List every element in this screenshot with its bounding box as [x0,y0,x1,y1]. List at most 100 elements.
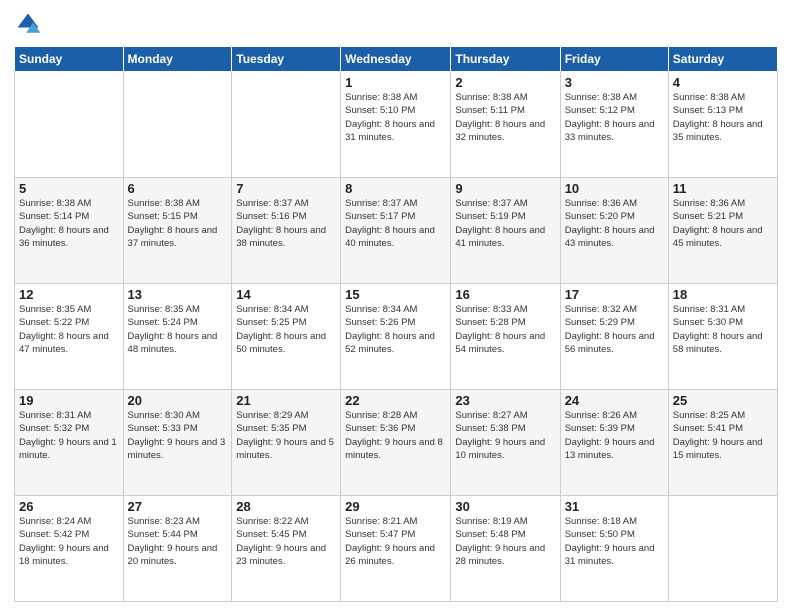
day-number: 25 [673,393,773,408]
day-number: 10 [565,181,664,196]
calendar-cell [123,72,232,178]
logo [14,10,46,38]
calendar-cell: 9Sunrise: 8:37 AM Sunset: 5:19 PM Daylig… [451,178,560,284]
header [14,10,778,38]
day-number: 4 [673,75,773,90]
calendar-cell: 17Sunrise: 8:32 AM Sunset: 5:29 PM Dayli… [560,284,668,390]
day-number: 16 [455,287,555,302]
day-number: 29 [345,499,446,514]
day-number: 30 [455,499,555,514]
calendar-week-row: 1Sunrise: 8:38 AM Sunset: 5:10 PM Daylig… [15,72,778,178]
calendar-body: 1Sunrise: 8:38 AM Sunset: 5:10 PM Daylig… [15,72,778,602]
calendar-cell: 26Sunrise: 8:24 AM Sunset: 5:42 PM Dayli… [15,496,124,602]
day-info: Sunrise: 8:24 AM Sunset: 5:42 PM Dayligh… [19,515,119,568]
calendar-cell: 28Sunrise: 8:22 AM Sunset: 5:45 PM Dayli… [232,496,341,602]
day-info: Sunrise: 8:38 AM Sunset: 5:14 PM Dayligh… [19,197,119,250]
calendar-week-row: 5Sunrise: 8:38 AM Sunset: 5:14 PM Daylig… [15,178,778,284]
day-number: 23 [455,393,555,408]
day-info: Sunrise: 8:29 AM Sunset: 5:35 PM Dayligh… [236,409,336,462]
day-info: Sunrise: 8:28 AM Sunset: 5:36 PM Dayligh… [345,409,446,462]
day-number: 8 [345,181,446,196]
day-info: Sunrise: 8:35 AM Sunset: 5:24 PM Dayligh… [128,303,228,356]
calendar-cell: 16Sunrise: 8:33 AM Sunset: 5:28 PM Dayli… [451,284,560,390]
calendar-cell: 13Sunrise: 8:35 AM Sunset: 5:24 PM Dayli… [123,284,232,390]
day-info: Sunrise: 8:38 AM Sunset: 5:11 PM Dayligh… [455,91,555,144]
calendar-cell: 30Sunrise: 8:19 AM Sunset: 5:48 PM Dayli… [451,496,560,602]
day-number: 2 [455,75,555,90]
day-number: 18 [673,287,773,302]
calendar-cell: 21Sunrise: 8:29 AM Sunset: 5:35 PM Dayli… [232,390,341,496]
day-number: 9 [455,181,555,196]
day-info: Sunrise: 8:21 AM Sunset: 5:47 PM Dayligh… [345,515,446,568]
calendar-cell: 3Sunrise: 8:38 AM Sunset: 5:12 PM Daylig… [560,72,668,178]
day-info: Sunrise: 8:19 AM Sunset: 5:48 PM Dayligh… [455,515,555,568]
day-info: Sunrise: 8:37 AM Sunset: 5:17 PM Dayligh… [345,197,446,250]
logo-icon [14,10,42,38]
day-number: 27 [128,499,228,514]
calendar-cell: 29Sunrise: 8:21 AM Sunset: 5:47 PM Dayli… [341,496,451,602]
day-info: Sunrise: 8:36 AM Sunset: 5:20 PM Dayligh… [565,197,664,250]
calendar-cell: 19Sunrise: 8:31 AM Sunset: 5:32 PM Dayli… [15,390,124,496]
day-info: Sunrise: 8:32 AM Sunset: 5:29 PM Dayligh… [565,303,664,356]
weekday-header: Friday [560,47,668,72]
day-number: 31 [565,499,664,514]
day-number: 17 [565,287,664,302]
weekday-row: SundayMondayTuesdayWednesdayThursdayFrid… [15,47,778,72]
day-number: 15 [345,287,446,302]
day-number: 26 [19,499,119,514]
calendar-header: SundayMondayTuesdayWednesdayThursdayFrid… [15,47,778,72]
calendar-cell: 27Sunrise: 8:23 AM Sunset: 5:44 PM Dayli… [123,496,232,602]
calendar-cell: 15Sunrise: 8:34 AM Sunset: 5:26 PM Dayli… [341,284,451,390]
weekday-header: Monday [123,47,232,72]
day-info: Sunrise: 8:37 AM Sunset: 5:16 PM Dayligh… [236,197,336,250]
day-info: Sunrise: 8:38 AM Sunset: 5:12 PM Dayligh… [565,91,664,144]
weekday-header: Thursday [451,47,560,72]
day-info: Sunrise: 8:34 AM Sunset: 5:26 PM Dayligh… [345,303,446,356]
calendar-cell [232,72,341,178]
calendar-cell: 20Sunrise: 8:30 AM Sunset: 5:33 PM Dayli… [123,390,232,496]
calendar-cell: 14Sunrise: 8:34 AM Sunset: 5:25 PM Dayli… [232,284,341,390]
calendar-cell: 5Sunrise: 8:38 AM Sunset: 5:14 PM Daylig… [15,178,124,284]
calendar-cell: 1Sunrise: 8:38 AM Sunset: 5:10 PM Daylig… [341,72,451,178]
calendar-week-row: 19Sunrise: 8:31 AM Sunset: 5:32 PM Dayli… [15,390,778,496]
day-info: Sunrise: 8:30 AM Sunset: 5:33 PM Dayligh… [128,409,228,462]
day-info: Sunrise: 8:31 AM Sunset: 5:30 PM Dayligh… [673,303,773,356]
day-info: Sunrise: 8:27 AM Sunset: 5:38 PM Dayligh… [455,409,555,462]
day-info: Sunrise: 8:33 AM Sunset: 5:28 PM Dayligh… [455,303,555,356]
calendar-cell: 2Sunrise: 8:38 AM Sunset: 5:11 PM Daylig… [451,72,560,178]
day-info: Sunrise: 8:37 AM Sunset: 5:19 PM Dayligh… [455,197,555,250]
weekday-header: Wednesday [341,47,451,72]
day-info: Sunrise: 8:36 AM Sunset: 5:21 PM Dayligh… [673,197,773,250]
calendar-cell: 25Sunrise: 8:25 AM Sunset: 5:41 PM Dayli… [668,390,777,496]
day-info: Sunrise: 8:18 AM Sunset: 5:50 PM Dayligh… [565,515,664,568]
day-info: Sunrise: 8:31 AM Sunset: 5:32 PM Dayligh… [19,409,119,462]
calendar-cell: 22Sunrise: 8:28 AM Sunset: 5:36 PM Dayli… [341,390,451,496]
day-number: 5 [19,181,119,196]
day-number: 28 [236,499,336,514]
day-number: 19 [19,393,119,408]
calendar-cell: 7Sunrise: 8:37 AM Sunset: 5:16 PM Daylig… [232,178,341,284]
day-number: 20 [128,393,228,408]
day-info: Sunrise: 8:35 AM Sunset: 5:22 PM Dayligh… [19,303,119,356]
day-number: 22 [345,393,446,408]
calendar-cell: 31Sunrise: 8:18 AM Sunset: 5:50 PM Dayli… [560,496,668,602]
day-number: 14 [236,287,336,302]
calendar-cell: 8Sunrise: 8:37 AM Sunset: 5:17 PM Daylig… [341,178,451,284]
day-number: 1 [345,75,446,90]
day-info: Sunrise: 8:26 AM Sunset: 5:39 PM Dayligh… [565,409,664,462]
calendar-cell: 6Sunrise: 8:38 AM Sunset: 5:15 PM Daylig… [123,178,232,284]
day-info: Sunrise: 8:25 AM Sunset: 5:41 PM Dayligh… [673,409,773,462]
day-number: 7 [236,181,336,196]
day-info: Sunrise: 8:22 AM Sunset: 5:45 PM Dayligh… [236,515,336,568]
calendar-week-row: 12Sunrise: 8:35 AM Sunset: 5:22 PM Dayli… [15,284,778,390]
day-info: Sunrise: 8:38 AM Sunset: 5:13 PM Dayligh… [673,91,773,144]
calendar-cell: 12Sunrise: 8:35 AM Sunset: 5:22 PM Dayli… [15,284,124,390]
calendar-cell: 23Sunrise: 8:27 AM Sunset: 5:38 PM Dayli… [451,390,560,496]
day-info: Sunrise: 8:38 AM Sunset: 5:10 PM Dayligh… [345,91,446,144]
day-number: 12 [19,287,119,302]
calendar-cell: 10Sunrise: 8:36 AM Sunset: 5:20 PM Dayli… [560,178,668,284]
weekday-header: Saturday [668,47,777,72]
day-number: 21 [236,393,336,408]
day-number: 13 [128,287,228,302]
calendar-week-row: 26Sunrise: 8:24 AM Sunset: 5:42 PM Dayli… [15,496,778,602]
